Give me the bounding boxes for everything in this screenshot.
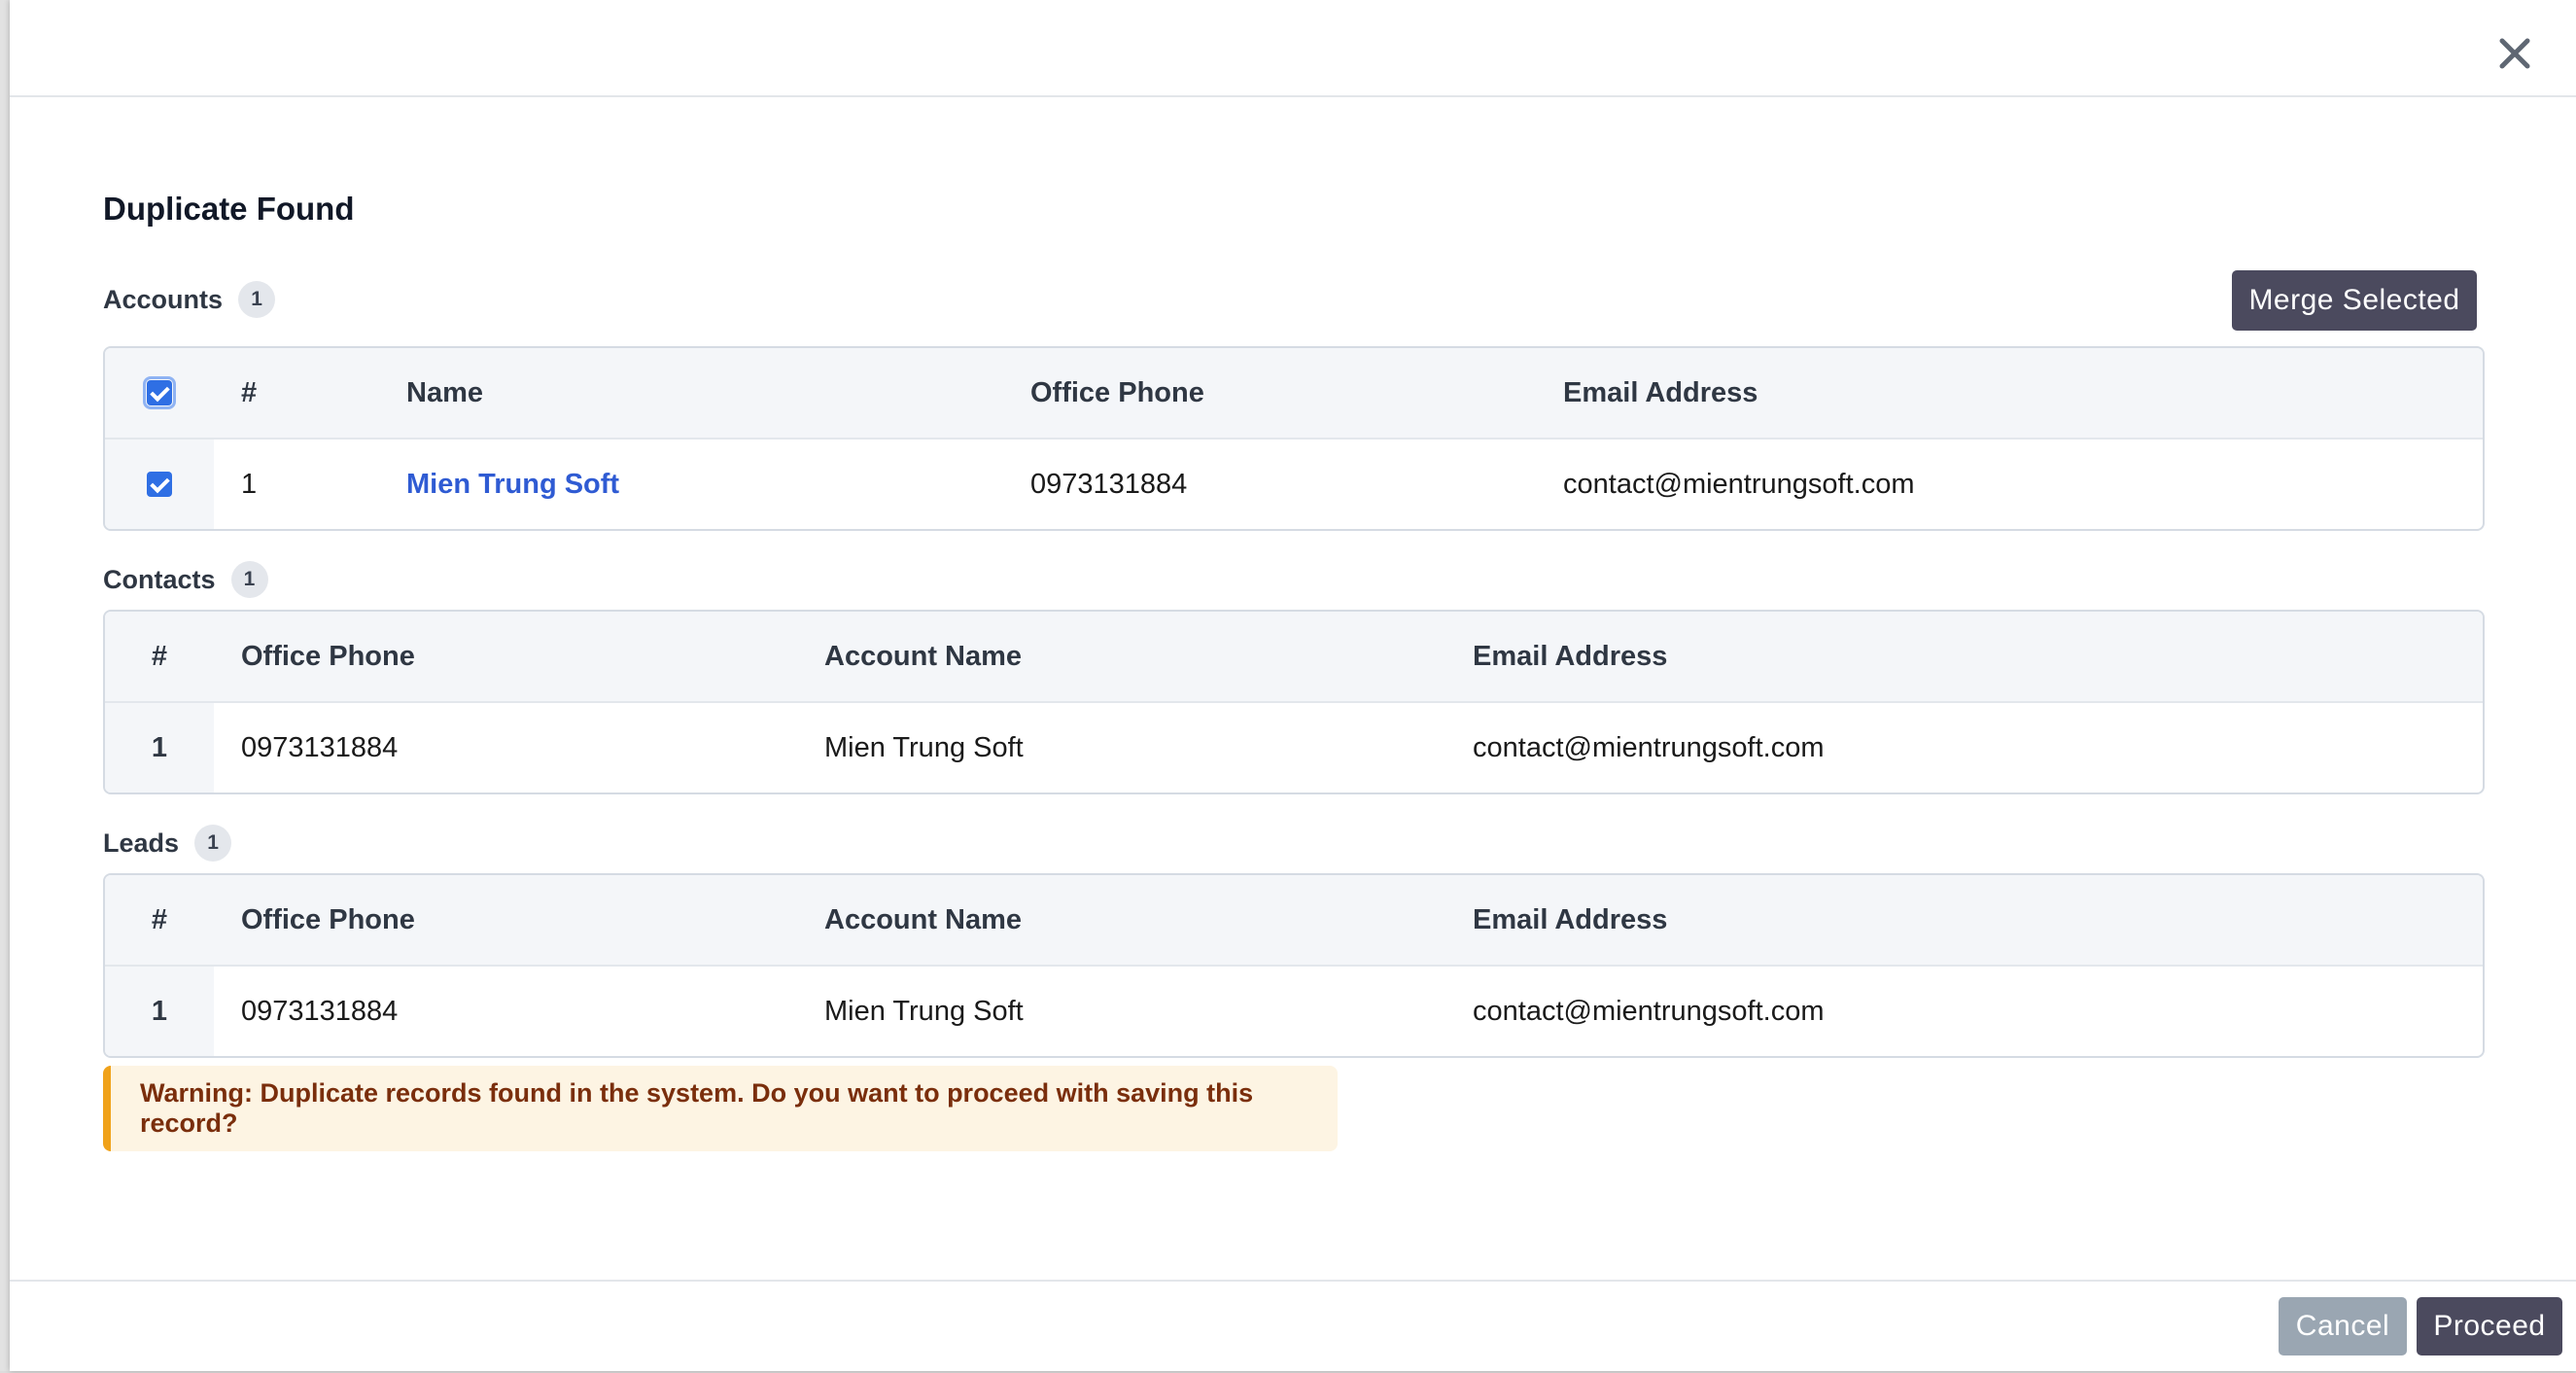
office-phone: 0973131884 [1030,468,1188,500]
office-phone: 0973131884 [241,731,399,763]
column-header: Email Address [1473,903,1668,935]
row-select-cell [105,440,214,529]
close-button[interactable] [2490,29,2539,78]
proceed-button[interactable]: Proceed [2417,1297,2562,1355]
row-number: 1 [105,703,214,792]
email-address: contact@mientrungsoft.com [1473,731,1825,763]
dialog-header [10,0,2576,97]
leads-label: Leads [103,827,180,858]
leads-section-label: Leads 1 [103,824,232,863]
column-header: Office Phone [1030,376,1204,408]
column-header: # [105,875,214,965]
select-all-cell [105,348,214,438]
office-phone: 0973131884 [241,995,399,1027]
accounts-count-badge: 1 [238,281,276,318]
contacts-count-badge: 1 [230,561,268,598]
table-header-row: # Office Phone Account Name Email Addres… [105,612,2483,703]
accounts-label: Accounts [103,284,224,314]
table-row: 1 0973131884 Mien Trung Soft contact@mie… [105,703,2483,792]
column-header: Name [406,376,483,408]
row-number: 1 [105,967,214,1056]
column-header: Email Address [1563,376,1758,408]
table-header-row: # Office Phone Account Name Email Addres… [105,875,2483,967]
close-icon [2499,38,2530,69]
column-header: Account Name [824,903,1023,935]
column-header: Account Name [824,640,1023,672]
leads-table: # Office Phone Account Name Email Addres… [103,873,2485,1058]
column-header: Office Phone [241,640,415,672]
account-name: Mien Trung Soft [824,995,1024,1027]
account-name: Mien Trung Soft [824,731,1024,763]
row-checkbox[interactable] [147,472,172,497]
contacts-label: Contacts [103,564,216,594]
table-row: 1 0973131884 Mien Trung Soft contact@mie… [105,967,2483,1056]
column-header: # [105,612,214,701]
dialog-footer: Cancel Proceed [10,1280,2576,1373]
email-address: contact@mientrungsoft.com [1473,995,1825,1027]
column-header: Office Phone [241,903,415,935]
dialog-title: Duplicate Found [103,191,355,227]
select-all-checkbox[interactable] [143,376,176,409]
leads-count-badge: 1 [194,825,232,862]
column-header: # [241,376,258,408]
accounts-table: # Name Office Phone Email Address 1 Mien… [103,346,2485,531]
merge-selected-button[interactable]: Merge Selected [2232,270,2477,331]
duplicate-dialog: Duplicate Found Accounts 1 Merge Selecte… [10,0,2576,1371]
column-header: Email Address [1473,640,1668,672]
contacts-section-label: Contacts 1 [103,560,268,599]
table-header-row: # Name Office Phone Email Address [105,348,2483,440]
accounts-section-label: Accounts 1 [103,280,276,319]
contacts-table: # Office Phone Account Name Email Addres… [103,610,2485,794]
account-name-link[interactable]: Mien Trung Soft [406,440,619,529]
cancel-button[interactable]: Cancel [2279,1297,2407,1355]
table-row: 1 Mien Trung Soft 0973131884 contact@mie… [105,440,2483,529]
email-address: contact@mientrungsoft.com [1563,468,1915,500]
row-number: 1 [241,468,258,500]
duplicate-warning-alert: Warning: Duplicate records found in the … [103,1066,1338,1151]
